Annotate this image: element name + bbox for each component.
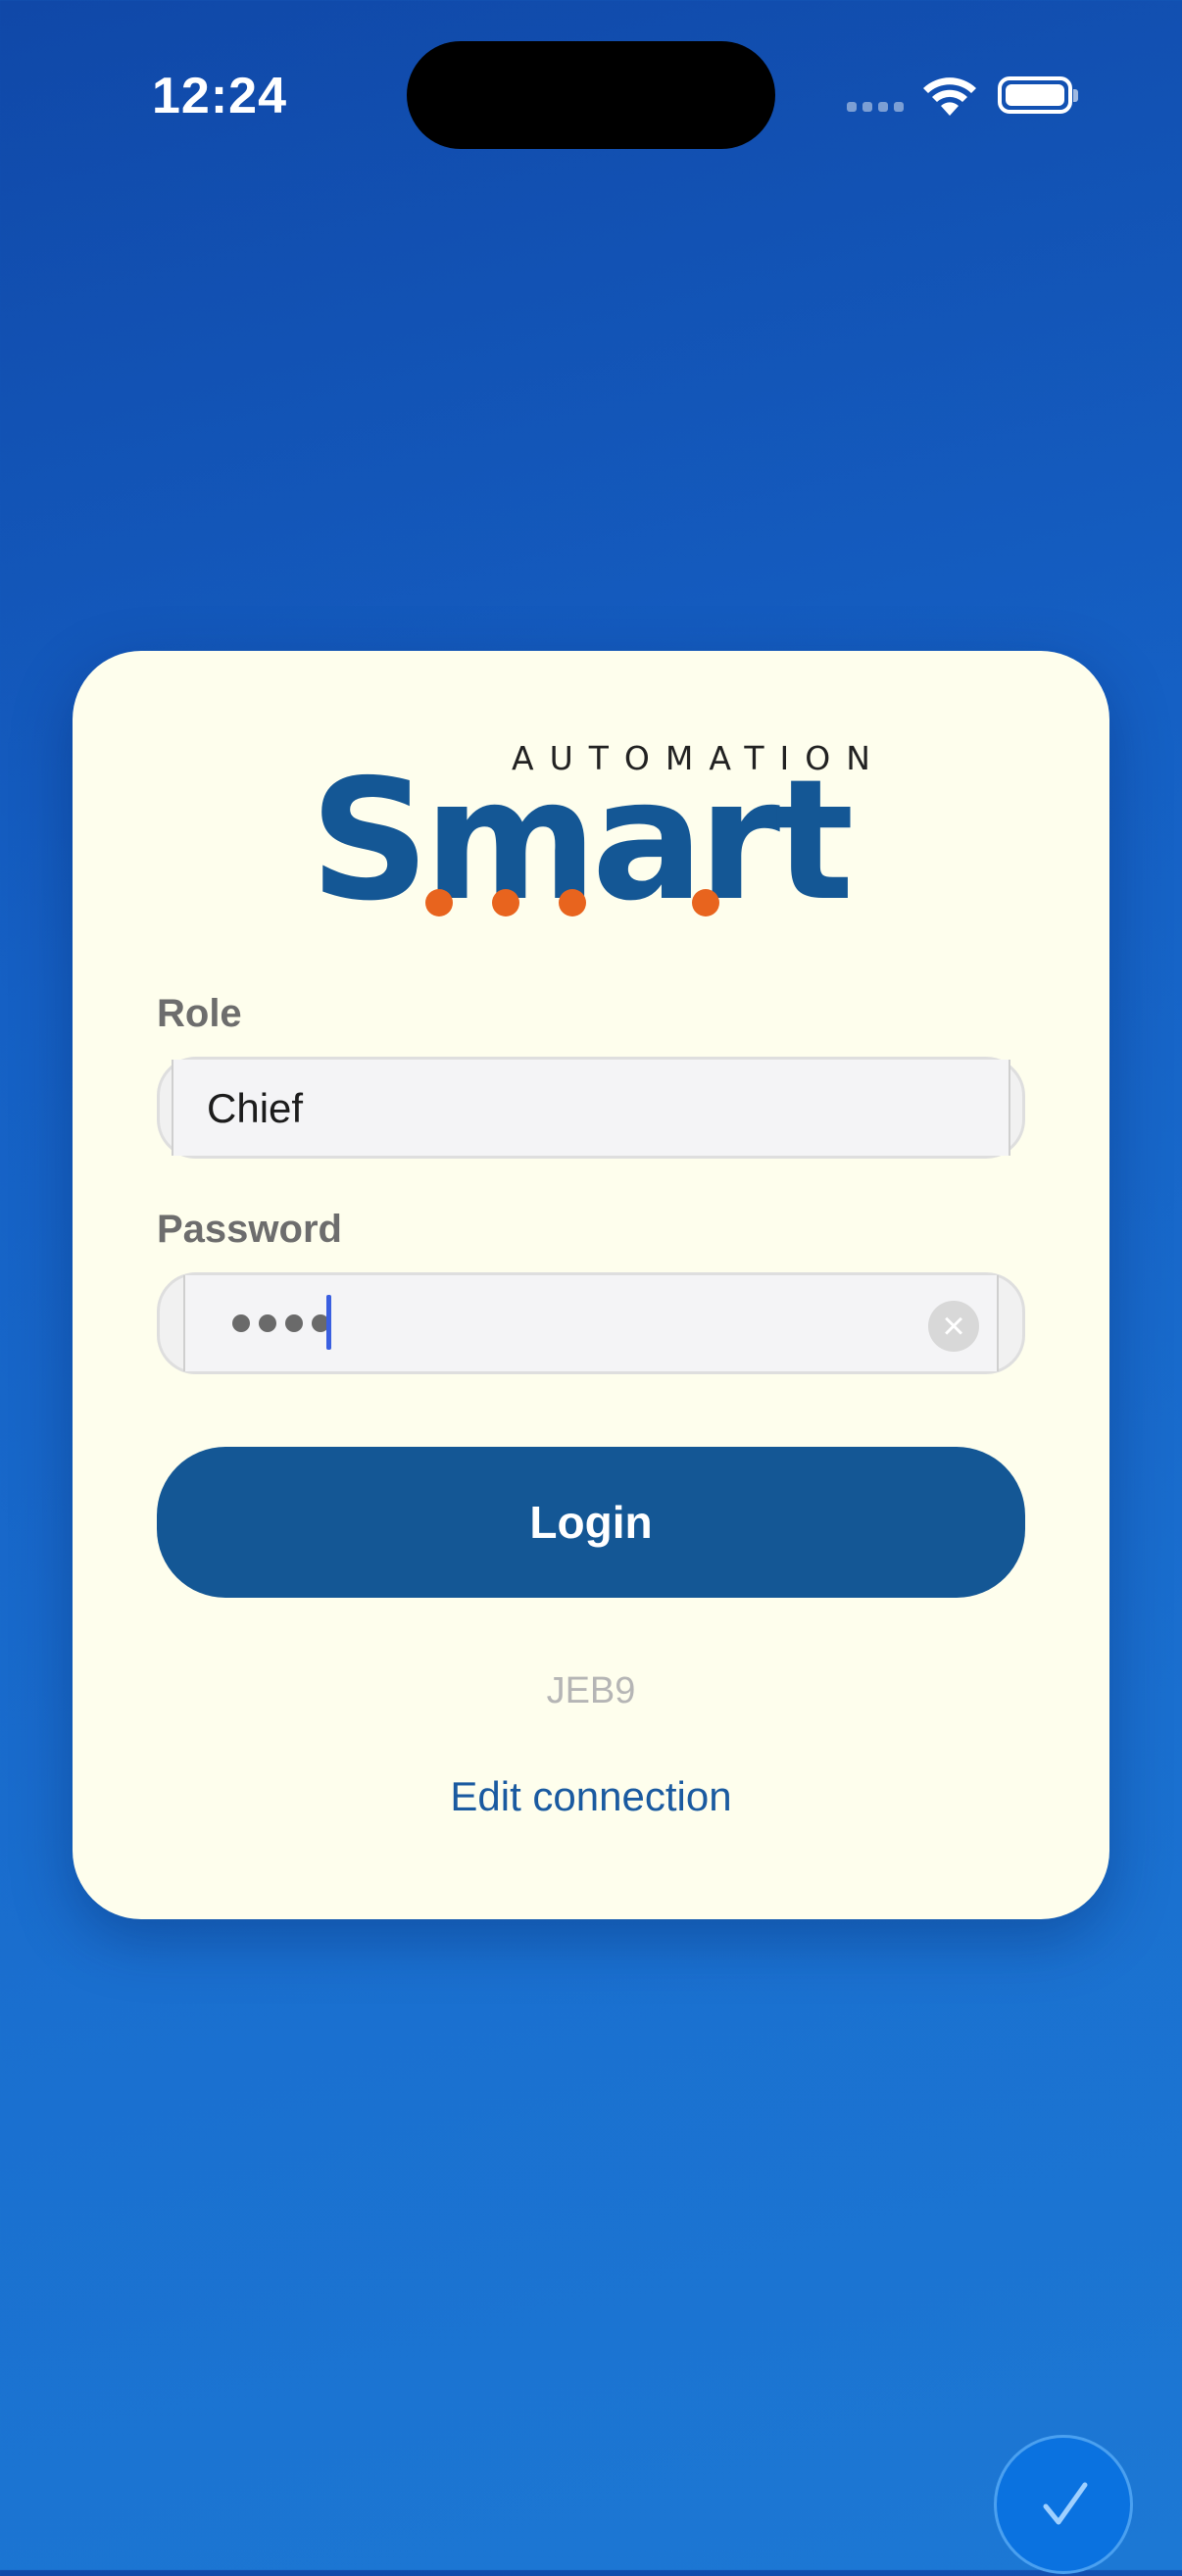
- smart-automation-logo: AUTOMATION Smart: [310, 739, 870, 935]
- status-time: 12:24: [152, 68, 287, 124]
- connection-code: JEB9: [546, 1670, 636, 1711]
- text-caret: [326, 1295, 331, 1350]
- role-label: Role: [157, 992, 242, 1035]
- password-masked-value: [232, 1314, 329, 1332]
- role-value: Chief: [207, 1085, 304, 1131]
- wifi-icon: [921, 74, 978, 123]
- password-field[interactable]: ×: [157, 1272, 1025, 1374]
- cellular-signal-icon: [847, 102, 904, 112]
- dynamic-island: [407, 41, 775, 149]
- clear-password-button[interactable]: ×: [928, 1301, 979, 1352]
- checkmark-icon: [1043, 2482, 1088, 2525]
- edit-connection-link[interactable]: Edit connection: [73, 1773, 1109, 1820]
- close-icon: ×: [942, 1305, 965, 1348]
- login-button[interactable]: Login: [157, 1447, 1025, 1598]
- battery-icon: [998, 76, 1078, 114]
- login-card: AUTOMATION Smart Role Chief Password × L…: [73, 651, 1109, 1919]
- role-field[interactable]: Chief: [157, 1057, 1025, 1159]
- confirm-fab-button[interactable]: [994, 2435, 1133, 2574]
- password-label: Password: [157, 1208, 342, 1251]
